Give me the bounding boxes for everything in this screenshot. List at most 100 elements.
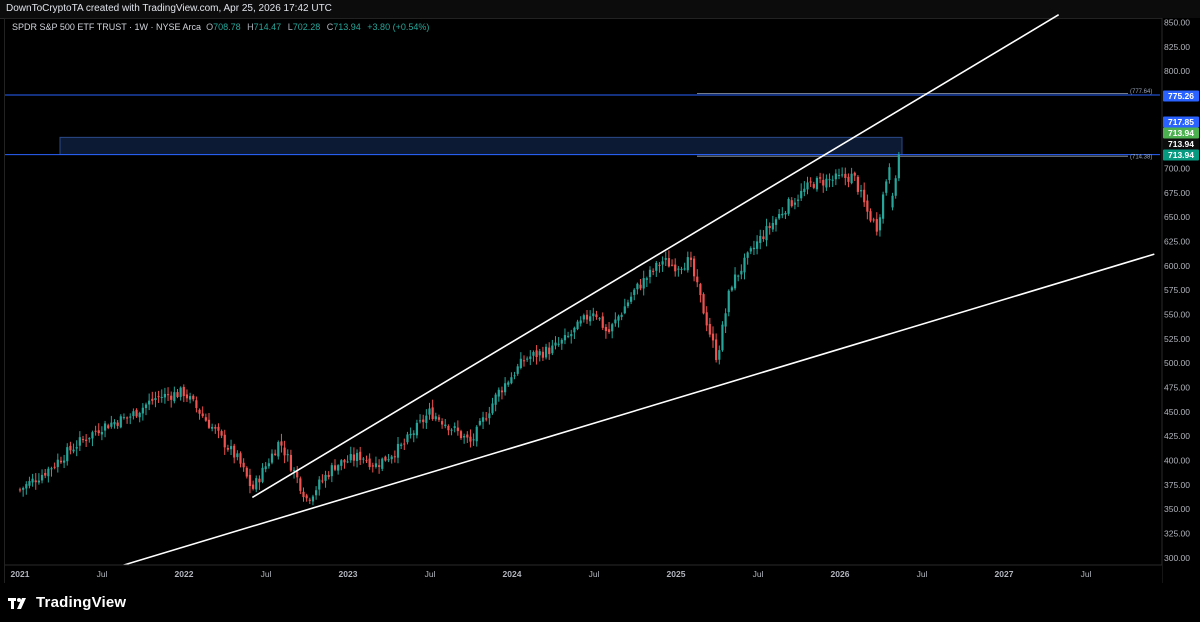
candle	[365, 460, 368, 462]
candle	[696, 276, 699, 283]
price-chart[interactable]: (777.64)(714.38) 850.00825.00800.00775.0…	[0, 0, 1200, 583]
candle	[532, 352, 535, 356]
candle	[223, 434, 226, 448]
candle	[774, 219, 778, 225]
candle	[245, 467, 248, 477]
candle	[623, 306, 626, 314]
candle	[500, 390, 504, 393]
candle	[261, 467, 264, 482]
candle	[611, 324, 614, 332]
candle	[333, 465, 337, 470]
tradingview-logo[interactable]: TradingView	[8, 594, 126, 611]
candle	[828, 179, 831, 181]
candle	[355, 452, 359, 462]
candle	[793, 202, 796, 205]
candle	[598, 318, 601, 320]
candle	[607, 329, 611, 332]
price-tick-label: 400.00	[1164, 455, 1190, 465]
candle	[327, 474, 330, 477]
candle	[582, 315, 585, 320]
candle	[447, 425, 450, 431]
price-tick-label: 650.00	[1164, 212, 1190, 222]
candle	[229, 446, 233, 450]
candle	[472, 439, 475, 441]
candle	[387, 459, 390, 461]
candle	[557, 343, 560, 345]
price-tick-label: 425.00	[1164, 431, 1190, 441]
candle	[173, 392, 176, 402]
level-label-upper: (777.64)	[1130, 89, 1152, 95]
range-box	[59, 136, 903, 156]
close-value: 713.94	[333, 22, 361, 32]
candle	[752, 247, 756, 250]
candle	[683, 268, 686, 270]
candle	[642, 278, 645, 289]
candle	[25, 484, 28, 489]
candle	[601, 316, 604, 328]
candle	[412, 433, 415, 435]
candle	[315, 490, 318, 496]
candle	[466, 434, 469, 438]
candle	[324, 474, 327, 481]
candle	[724, 313, 727, 327]
candle	[252, 484, 255, 489]
candle	[400, 444, 403, 446]
candle	[784, 212, 787, 215]
candle	[863, 189, 866, 203]
candle	[189, 396, 192, 400]
candle	[264, 466, 267, 470]
candle	[677, 268, 680, 270]
low-label: L	[287, 22, 293, 32]
candle	[513, 375, 516, 377]
candle	[418, 420, 422, 422]
candle	[258, 478, 261, 483]
candle	[362, 458, 365, 460]
candle	[154, 398, 157, 401]
candle	[516, 366, 519, 374]
candle	[573, 327, 576, 333]
price-tick-label: 625.00	[1164, 236, 1190, 246]
price-tick-label: 675.00	[1164, 188, 1190, 198]
candle	[75, 447, 78, 449]
candle	[450, 429, 453, 431]
candle	[831, 179, 834, 181]
candle	[670, 264, 674, 266]
candle	[371, 465, 374, 467]
candle	[63, 460, 66, 463]
candle	[135, 409, 138, 417]
candle	[242, 462, 245, 468]
candle	[737, 275, 740, 277]
candle	[113, 422, 116, 425]
candle	[614, 319, 617, 324]
candle	[475, 426, 478, 442]
time-tick-label: Jul	[753, 569, 764, 579]
candle	[488, 413, 491, 419]
candle	[299, 478, 302, 491]
candle	[822, 179, 825, 186]
time-tick-label: Jul	[425, 569, 436, 579]
candle	[869, 211, 872, 221]
footer	[0, 583, 1200, 622]
candle	[693, 258, 696, 277]
candle	[866, 200, 869, 212]
candle	[40, 474, 44, 481]
candle	[730, 287, 733, 291]
candle	[349, 454, 352, 461]
candle	[478, 420, 481, 425]
price-tick-label: 575.00	[1164, 285, 1190, 295]
candle	[91, 432, 94, 439]
candle	[56, 459, 59, 468]
price-tick-label: 825.00	[1164, 42, 1190, 52]
candle	[778, 214, 781, 219]
candle	[507, 382, 510, 385]
candle	[283, 447, 286, 456]
candle	[428, 408, 431, 415]
high-label: H	[247, 22, 254, 32]
time-tick-label: Jul	[917, 569, 928, 579]
candle	[847, 176, 850, 182]
candle	[456, 427, 459, 432]
candle	[107, 425, 110, 429]
open-value: 708.78	[213, 22, 241, 32]
candle	[721, 324, 724, 351]
candle	[69, 445, 72, 451]
